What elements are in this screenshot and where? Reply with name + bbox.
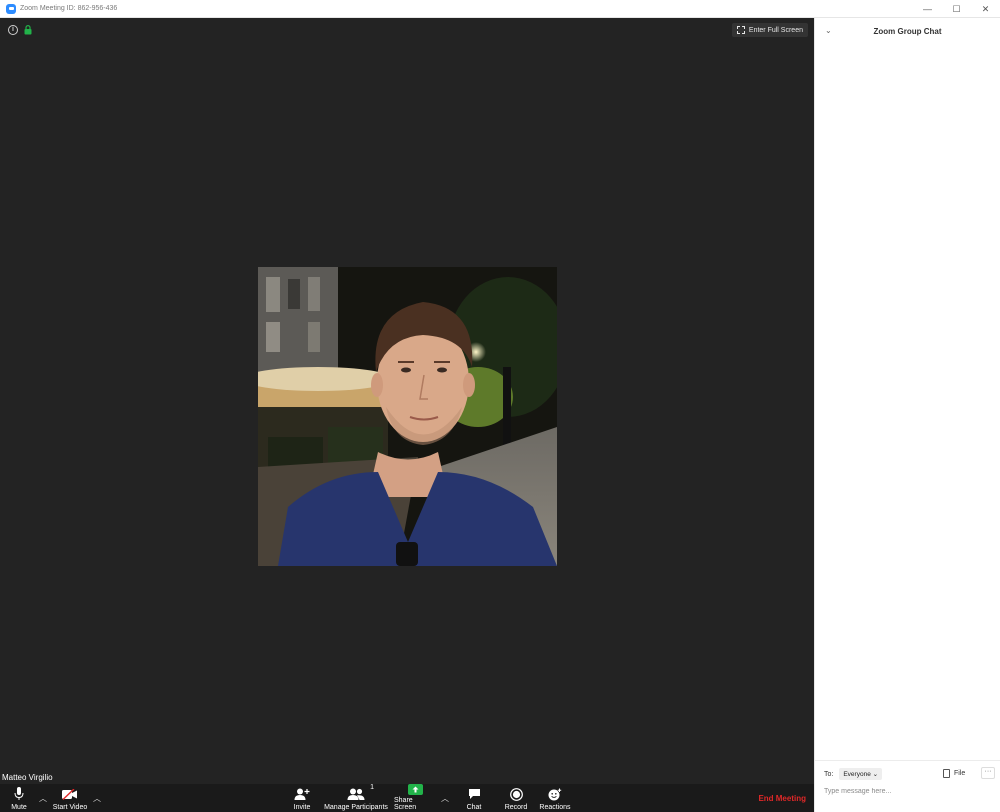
chat-button[interactable]: Chat <box>462 784 486 812</box>
add-user-icon <box>294 786 310 802</box>
chat-message-input[interactable] <box>824 785 992 797</box>
recipient-dropdown[interactable]: Everyone ⌄ <box>839 768 883 780</box>
manage-participants-label: Manage Participants <box>324 804 388 811</box>
more-options-button[interactable]: ··· <box>981 767 995 779</box>
minimize-button[interactable]: — <box>913 0 942 18</box>
chat-title: Zoom Group Chat <box>873 26 942 36</box>
start-video-button[interactable]: Start Video <box>52 784 88 812</box>
share-screen-label: Share Screen <box>394 797 417 811</box>
end-meeting-button[interactable]: End Meeting <box>758 794 806 803</box>
mute-label: Mute <box>11 804 27 811</box>
info-icon[interactable]: i <box>8 25 18 35</box>
chevron-down-icon[interactable]: ⌄ <box>825 26 832 35</box>
participants-icon: 1 <box>347 784 374 802</box>
recipient-value: Everyone <box>843 771 871 778</box>
audio-options-caret-icon[interactable]: ︿ <box>39 793 47 804</box>
invite-button[interactable]: Invite <box>290 784 314 812</box>
microphone-icon <box>14 786 24 802</box>
meeting-toolbar: Mute ︿ Start Video ︿ Invite 1 Manage Par… <box>0 784 814 812</box>
reactions-label: Reactions <box>539 804 571 811</box>
share-options-caret-icon[interactable]: ︿ <box>441 793 449 804</box>
enter-full-screen-label: Enter Full Screen <box>748 26 803 34</box>
close-button[interactable]: ✕ <box>971 0 1000 18</box>
chevron-down-icon: ⌄ <box>872 771 879 778</box>
share-screen-button[interactable]: Share Screen <box>394 784 436 812</box>
recipient-row: To: Everyone ⌄ <box>824 768 883 780</box>
file-button[interactable]: File <box>943 769 965 778</box>
manage-participants-button[interactable]: 1 Manage Participants <box>323 784 389 812</box>
maximize-button[interactable]: ☐ <box>942 0 971 18</box>
chat-label: Chat <box>466 804 482 811</box>
record-button[interactable]: Record <box>502 784 530 812</box>
video-options-caret-icon[interactable]: ︿ <box>93 793 101 804</box>
meeting-area: i Enter Full Screen Matteo Virgilio Mute… <box>0 18 814 812</box>
record-icon <box>509 786 523 802</box>
chat-bubble-icon <box>468 786 481 802</box>
chat-composer: To: Everyone ⌄ File ··· <box>815 760 1000 812</box>
participant-video[interactable] <box>258 267 557 566</box>
file-icon <box>943 769 950 778</box>
window-controls: — ☐ ✕ <box>913 0 1000 18</box>
record-label: Record <box>504 804 528 811</box>
emoji-icon <box>548 786 562 802</box>
participant-name-label: Matteo Virgilio <box>2 773 53 782</box>
invite-label: Invite <box>293 804 311 811</box>
file-label: File <box>954 770 966 777</box>
to-label: To: <box>824 770 834 778</box>
chat-header: ⌄ Zoom Group Chat <box>815 18 1000 44</box>
zoom-logo-icon <box>6 3 16 14</box>
enter-full-screen-button[interactable]: Enter Full Screen <box>731 23 808 37</box>
chat-panel: ⌄ Zoom Group Chat To: Everyone ⌄ File ··… <box>814 18 1000 812</box>
share-screen-icon <box>407 784 423 795</box>
reactions-button[interactable]: Reactions <box>538 784 572 812</box>
window-title: Zoom Meeting ID: 862-956-436 <box>20 5 118 12</box>
title-bar: Zoom Meeting ID: 862-956-436 — ☐ ✕ <box>0 0 1000 18</box>
lock-icon[interactable] <box>24 25 32 35</box>
video-off-icon <box>62 786 78 802</box>
participant-count: 1 <box>370 784 374 791</box>
start-video-label: Start Video <box>52 804 88 811</box>
participant-video-image <box>258 267 557 566</box>
fullscreen-icon <box>736 26 745 34</box>
mute-button[interactable]: Mute <box>7 784 31 812</box>
